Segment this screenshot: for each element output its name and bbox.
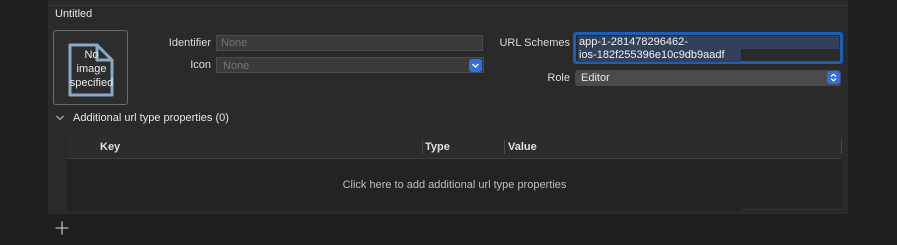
- additional-properties-title: Additional url type properties (0): [73, 112, 229, 124]
- role-label: Role: [547, 72, 570, 84]
- icon-popup-value: None: [223, 60, 250, 72]
- url-scheme-line-2: ios-182f255396e10c9db9aadf: [578, 49, 741, 62]
- column-value[interactable]: Value: [508, 141, 537, 153]
- column-key[interactable]: Key: [100, 141, 120, 153]
- role-popup-value: Editor: [581, 72, 610, 84]
- identifier-label: Identifier: [168, 37, 211, 49]
- chevron-up-down-icon: [469, 59, 482, 72]
- chevron-down-icon[interactable]: [55, 113, 65, 123]
- column-type[interactable]: Type: [425, 141, 450, 153]
- column-separator: [422, 140, 423, 154]
- divider: [48, 5, 848, 6]
- url-scheme-line-1: app-1-281478296462-: [578, 36, 839, 49]
- add-properties-hint[interactable]: Click here to add additional url type pr…: [67, 179, 842, 191]
- column-separator: [504, 140, 505, 154]
- icon-label: Icon: [190, 59, 211, 71]
- url-type-title: Untitled: [55, 8, 93, 20]
- table-header: Key Type Value: [67, 136, 842, 159]
- url-type-editor: Untitled No image specified Identifier N…: [0, 0, 897, 245]
- icon-popup[interactable]: None: [216, 57, 484, 73]
- url-schemes-label: URL Schemes: [499, 37, 570, 49]
- role-popup[interactable]: Editor: [575, 70, 841, 86]
- url-schemes-field[interactable]: app-1-281478296462- ios-182f255396e10c9d…: [573, 32, 843, 64]
- identifier-field[interactable]: None: [216, 35, 483, 51]
- table-bottom-edge: [742, 209, 842, 210]
- column-separator: [841, 140, 842, 154]
- chevron-up-down-icon: [827, 71, 840, 84]
- properties-table: Key Type Value Click here to add additio…: [67, 136, 842, 211]
- icon-image-well[interactable]: No image specified: [53, 30, 128, 105]
- image-well-text: No image specified: [69, 49, 114, 89]
- table-body[interactable]: Click here to add additional url type pr…: [67, 159, 842, 211]
- plus-icon[interactable]: [54, 220, 70, 236]
